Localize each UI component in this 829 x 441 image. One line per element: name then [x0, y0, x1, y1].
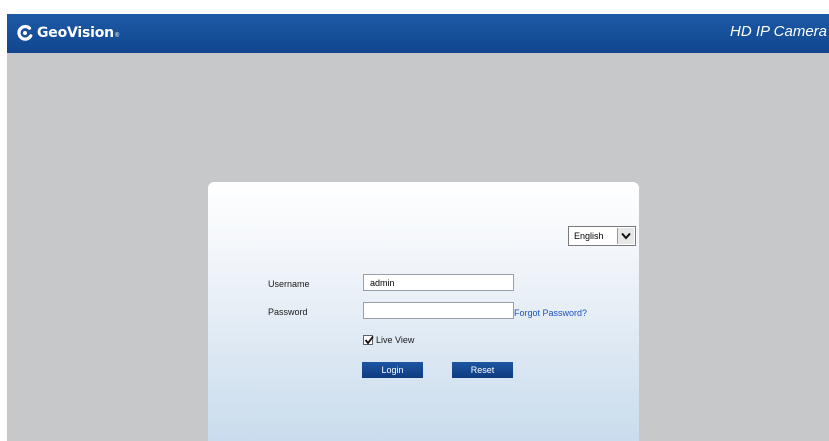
live-view-label: Live View [376, 335, 415, 345]
username-label: Username [268, 279, 310, 289]
reset-button[interactable]: Reset [452, 362, 513, 378]
geovision-logo: GeoVision ® [16, 22, 119, 44]
geovision-logo-icon [17, 24, 33, 41]
password-input[interactable] [363, 302, 514, 319]
chevron-down-icon [621, 232, 631, 240]
app-header: GeoVision ® HD IP Camera [7, 14, 829, 53]
checkmark-icon [364, 335, 374, 345]
language-dropdown-button[interactable] [617, 228, 634, 244]
live-view-option[interactable]: Live View [363, 335, 414, 345]
logo-text: GeoVision [37, 25, 114, 41]
language-select[interactable]: English [568, 226, 636, 246]
live-view-checkbox[interactable] [363, 335, 374, 345]
product-title: HD IP Camera [730, 23, 827, 40]
top-margin [0, 0, 829, 14]
language-selected-value: English [574, 231, 604, 241]
login-button[interactable]: Login [362, 362, 423, 378]
password-label: Password [268, 307, 308, 317]
forgot-password-link[interactable]: Forgot Password? [514, 308, 587, 318]
username-input[interactable] [363, 274, 514, 291]
logo-trademark: ® [114, 33, 120, 39]
